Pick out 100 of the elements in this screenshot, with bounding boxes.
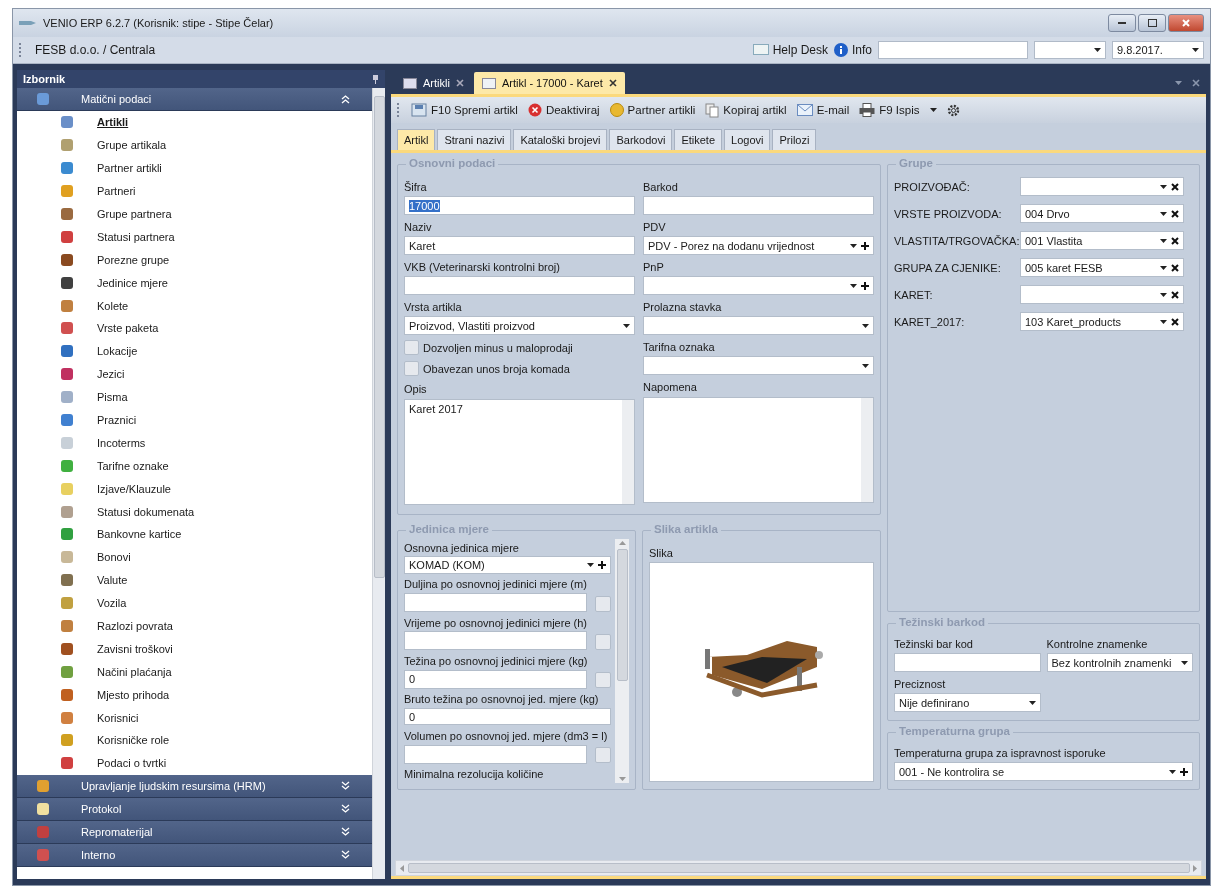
dropdown-field[interactable]: 001 - Ne kontrolira se [894,762,1193,781]
menu-item[interactable]: Statusi partnera [17,225,372,249]
toolbar-button[interactable]: E-mail [796,104,850,116]
text-field[interactable] [404,593,587,613]
dropdown-field[interactable]: 001 Vlastita [1020,231,1184,250]
menu-item[interactable]: Partneri [17,179,372,203]
clear-icon[interactable] [1171,317,1179,326]
menu-item[interactable]: Praznici [17,408,372,432]
dropdown-field[interactable]: Nije definirano [894,693,1041,712]
text-area[interactable] [643,397,874,503]
text-field[interactable]: 17000 [404,196,635,215]
menu-item[interactable]: Statusi dokumenata [17,500,372,524]
text-field[interactable]: 0 [404,669,587,689]
settings-icon[interactable] [946,103,960,117]
dropdown-field[interactable] [643,316,874,335]
side-button[interactable] [595,747,611,764]
clear-icon[interactable] [1171,263,1179,272]
clear-icon[interactable] [1171,182,1179,191]
text-field[interactable] [404,276,635,295]
menu-item[interactable]: Kolete [17,294,372,317]
scrollbar[interactable] [395,860,1202,876]
menu-item[interactable]: Bankovne kartice [17,523,372,546]
text-field[interactable] [404,631,587,651]
dropdown-field[interactable] [1034,41,1106,59]
toolbar-button[interactable]: F9 Ispis [859,103,920,117]
dropdown-field[interactable]: PDV - Porez na dodanu vrijednost [643,236,874,255]
dropdown-field[interactable] [643,276,874,295]
plus-icon[interactable] [1180,767,1188,776]
menu-item[interactable]: Artikli [17,111,372,134]
menu-item[interactable]: Jedinice mjere [17,271,372,295]
dropdown-field[interactable] [1020,285,1184,304]
scroll-right-icon[interactable] [1193,864,1197,872]
clear-icon[interactable] [1171,209,1179,218]
form-tab[interactable]: Logovi [724,129,771,150]
menu-item[interactable]: Korisničke role [17,729,372,752]
document-tab[interactable]: Artikli [395,72,472,94]
checkbox[interactable] [404,340,419,355]
date-field[interactable]: 9.8.2017. [1112,41,1204,59]
menu-item[interactable]: Partner artikli [17,156,372,180]
text-field[interactable] [643,196,874,215]
plus-icon[interactable] [861,281,869,290]
plus-icon[interactable] [861,241,869,250]
dropdown-field[interactable] [1020,177,1184,196]
toolbar-button[interactable]: Kopiraj artikl [705,102,787,118]
text-field[interactable]: 0 [404,707,611,726]
menu-item[interactable]: Bonovi [17,545,372,569]
menu-item[interactable]: Jezici [17,362,372,386]
form-tab[interactable]: Prilozi [772,129,817,150]
search-field[interactable] [878,41,1028,59]
scrollbar[interactable] [372,88,385,879]
close-button[interactable] [1168,14,1204,32]
menu-item[interactable]: Vozila [17,591,372,615]
dropdown-field[interactable]: KOMAD (KOM) [404,556,611,574]
menu-group-header[interactable]: Interno [17,843,372,867]
menu-item[interactable]: Grupe partnera [17,202,372,226]
menu-item[interactable]: Incoterms [17,431,372,455]
menu-item[interactable]: Pisma [17,385,372,409]
checkbox[interactable] [404,361,419,376]
document-tab[interactable]: Artikl - 17000 - Karet [473,72,625,94]
maximize-button[interactable] [1138,14,1166,32]
minimize-button[interactable] [1108,14,1136,32]
menu-item[interactable]: Vrste paketa [17,317,372,340]
text-field[interactable] [894,653,1041,672]
dropdown-field[interactable]: 005 karet FESB [1020,258,1184,277]
toolbar-button[interactable]: Deaktiviraj [527,103,600,117]
side-button[interactable] [595,633,611,650]
close-icon[interactable] [608,79,617,87]
help-desk-button[interactable]: Help Desk [752,43,828,57]
menu-item[interactable]: Tarifne oznake [17,454,372,478]
menu-item[interactable]: Zavisni troškovi [17,637,372,661]
text-area[interactable]: Karet 2017 [404,399,635,505]
toolbar-button[interactable]: Partner artikli [609,103,696,117]
menu-item[interactable]: Razlozi povrata [17,614,372,638]
text-field[interactable] [404,744,587,764]
clear-icon[interactable] [1171,290,1179,299]
clear-icon[interactable] [1171,236,1179,245]
pin-icon[interactable] [372,74,379,84]
menu-item[interactable]: Valute [17,568,372,592]
menu-item[interactable]: Lokacije [17,339,372,363]
menu-item[interactable]: Korisnici [17,706,372,730]
menu-item[interactable]: Načini plaćanja [17,660,372,684]
text-field[interactable]: Karet [404,236,635,255]
form-tab[interactable]: Etikete [674,129,723,150]
form-tab[interactable]: Barkodovi [609,129,673,150]
scroll-up-icon[interactable] [618,541,626,545]
menu-group-header[interactable]: Repromaterijal [17,820,372,844]
close-icon[interactable] [455,79,464,87]
form-tab[interactable]: Artikl [397,129,436,150]
dropdown-field[interactable] [643,356,874,375]
menu-group-header[interactable]: Matični podaci [17,88,372,111]
dropdown-field[interactable]: 004 Drvo [1020,204,1184,223]
scroll-down-icon[interactable] [618,777,626,781]
scroll-left-icon[interactable] [400,864,404,872]
dropdown-field[interactable]: 103 Karet_products [1020,312,1184,331]
menu-item[interactable]: Grupe artikala [17,133,372,157]
form-tab[interactable]: Strani nazivi [437,129,512,150]
form-tab[interactable]: Kataloški brojevi [513,129,608,150]
menu-item[interactable]: Mjesto prihoda [17,683,372,707]
menu-item[interactable]: Porezne grupe [17,248,372,272]
menu-group-header[interactable]: Upravljanje ljudskim resursima (HRM) [17,774,372,798]
